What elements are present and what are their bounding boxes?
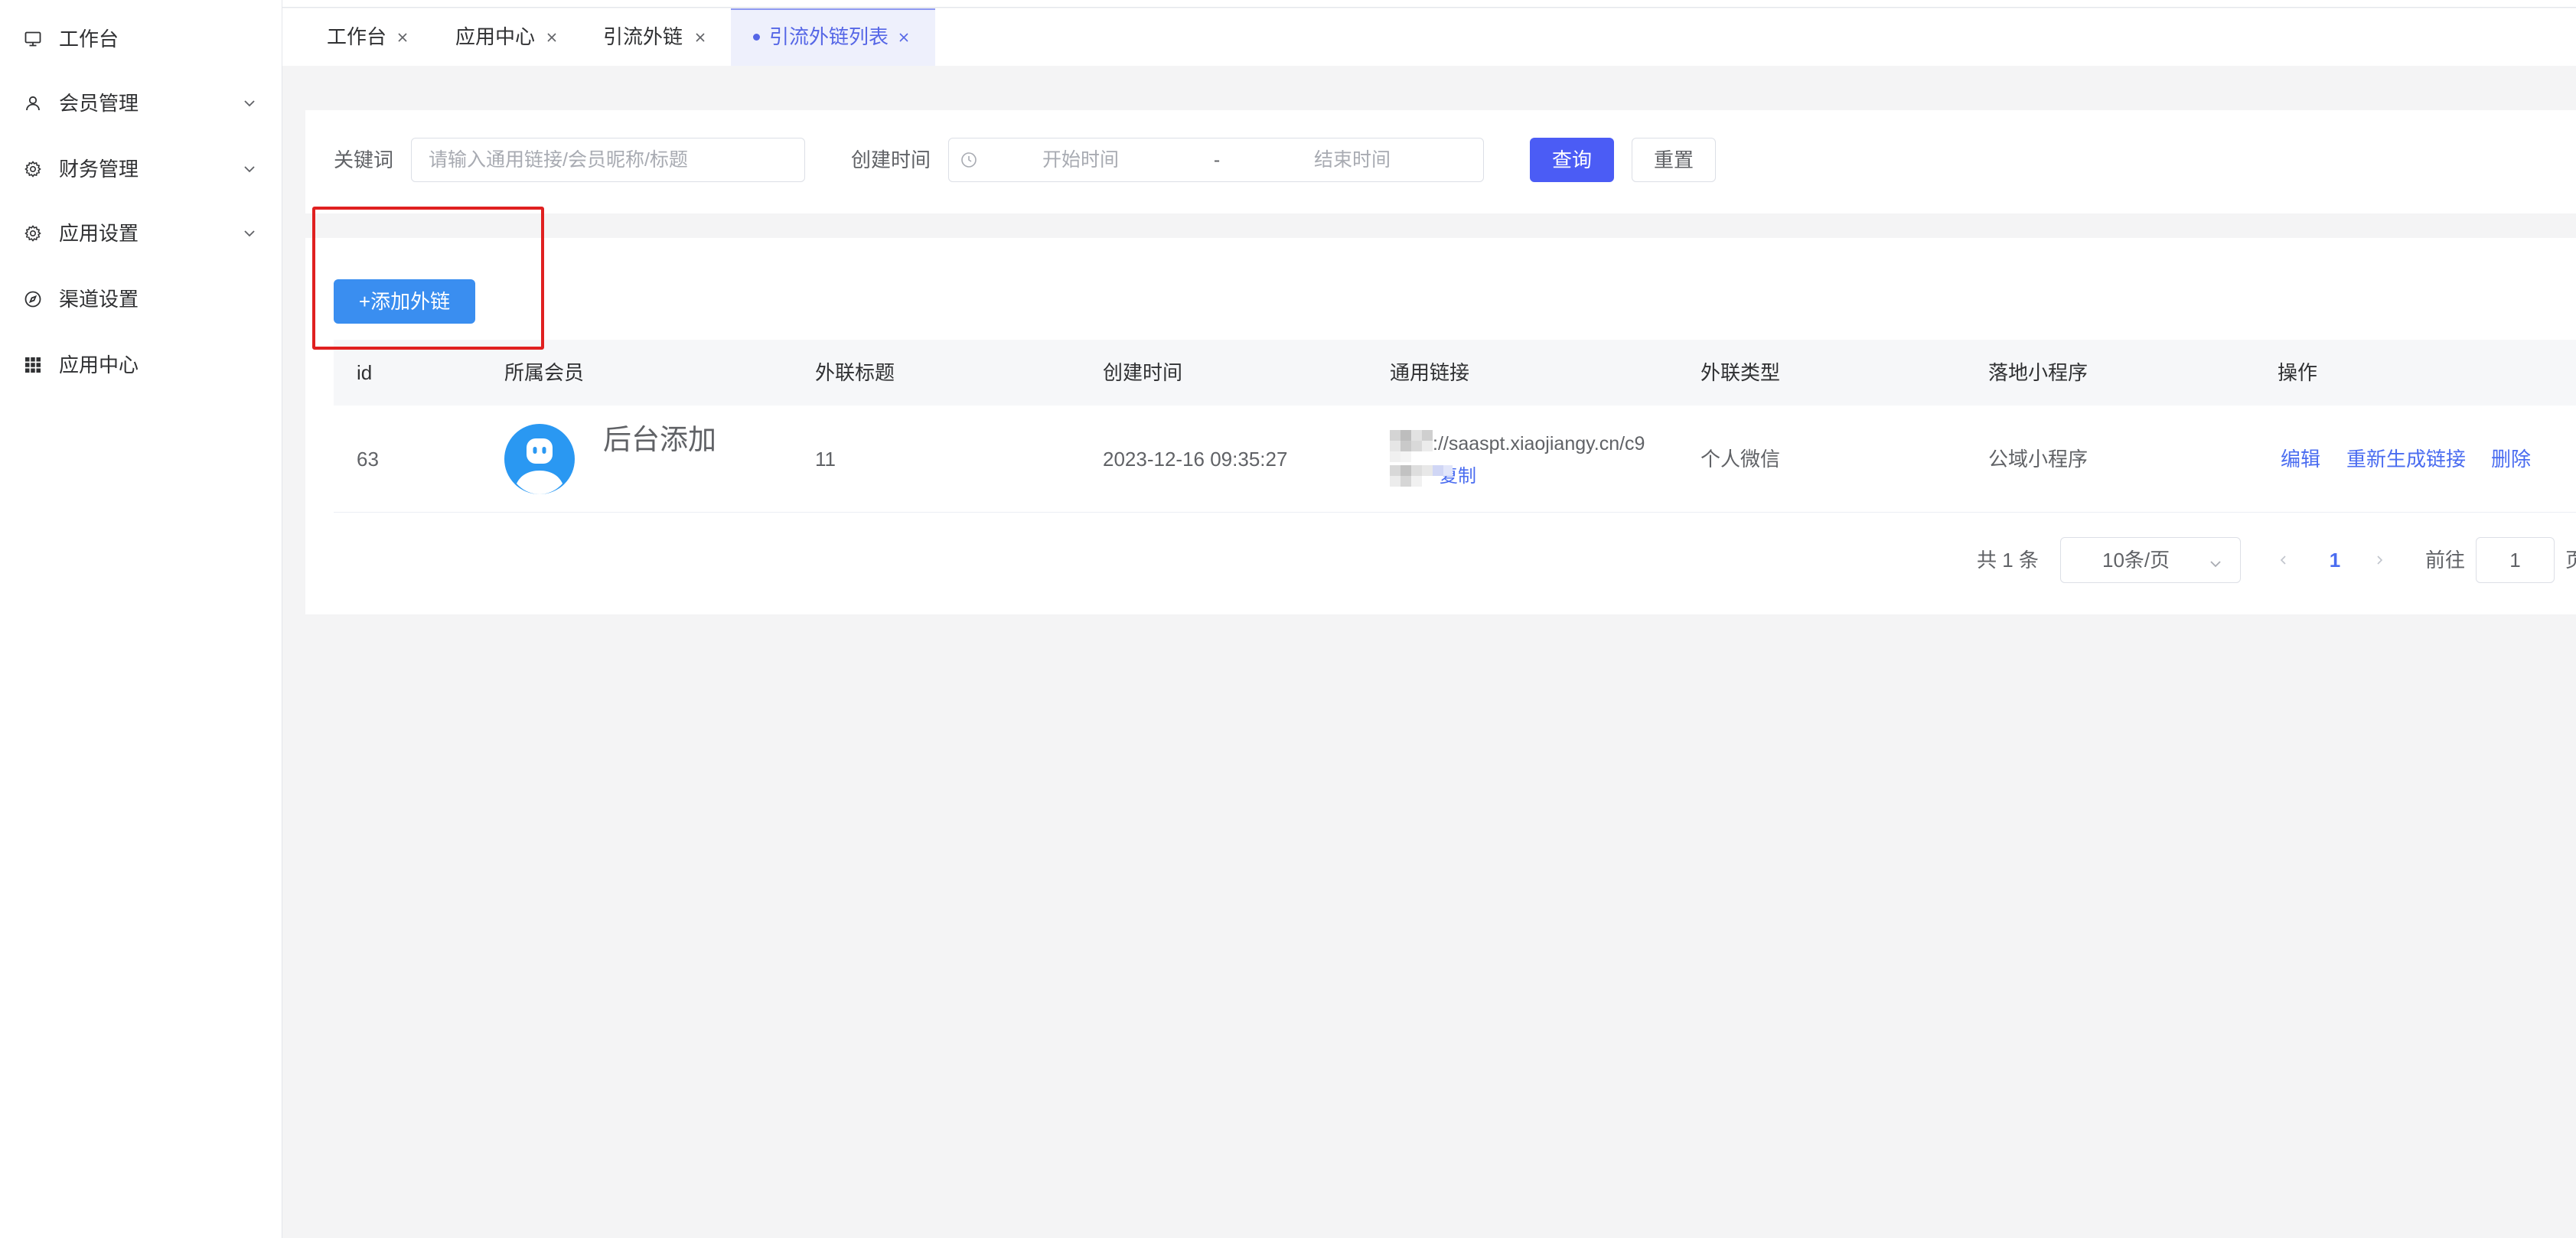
- page-suffix: 页: [2565, 549, 2576, 572]
- tab-bar: 工作台 应用中心 引流外链 引流外链列表: [282, 8, 2576, 66]
- sidebar-item-channels[interactable]: 渠道设置: [0, 275, 282, 324]
- monitor-icon: [24, 30, 42, 48]
- tab-workbench[interactable]: 工作台: [327, 8, 411, 66]
- cell-id: 63: [357, 448, 379, 471]
- tab-traffic-link-list[interactable]: 引流外链列表: [731, 8, 935, 66]
- goto-page-input-wrapper: [2476, 537, 2555, 583]
- active-dot-icon: [753, 34, 760, 41]
- regenerate-link[interactable]: 重新生成链接: [2346, 406, 2466, 513]
- end-date-input[interactable]: [1251, 138, 1453, 181]
- sidebar-item-workbench[interactable]: 工作台: [0, 15, 282, 64]
- page-size-value: 10条/页: [2102, 549, 2170, 572]
- sidebar-item-label: 应用中心: [59, 353, 139, 376]
- compass-icon: [24, 290, 42, 308]
- gear-icon: [24, 224, 42, 243]
- tab-app-center[interactable]: 应用中心: [455, 8, 559, 66]
- sidebar-item-members[interactable]: 会员管理: [0, 79, 282, 128]
- close-icon[interactable]: [546, 31, 558, 44]
- tab-traffic-links[interactable]: 引流外链: [603, 8, 708, 66]
- page-number-current[interactable]: 1: [2326, 537, 2344, 583]
- column-header-created: 创建时间: [1103, 361, 1183, 384]
- edit-link[interactable]: 编辑: [2281, 406, 2320, 513]
- search-button[interactable]: 查询: [1530, 138, 1614, 182]
- sidebar-item-label: 会员管理: [59, 92, 139, 115]
- chevron-down-icon[interactable]: [242, 226, 257, 241]
- cell-type: 个人微信: [1700, 448, 1781, 471]
- close-icon[interactable]: [396, 31, 409, 44]
- cell-miniprogram: 公域小程序: [1988, 448, 2089, 471]
- column-header-link: 通用链接: [1390, 361, 1470, 384]
- column-header-title: 外联标题: [815, 361, 895, 384]
- gear-icon: [24, 160, 42, 178]
- keyword-input-wrapper: [411, 138, 805, 182]
- prev-page-icon[interactable]: [2278, 554, 2290, 566]
- cell-link: ://saaspt.xiaojiangy.cn/c9 复制: [1390, 428, 1665, 497]
- pagination-total: 共 1 条: [1977, 549, 2039, 572]
- chevron-down-icon[interactable]: [242, 161, 257, 177]
- sidebar-item-label: 工作台: [59, 28, 119, 50]
- blur-mosaic: [1390, 430, 1460, 487]
- sidebar-item-label: 渠道设置: [59, 288, 139, 311]
- chevron-down-icon: [2208, 553, 2223, 569]
- range-separator: -: [1213, 149, 1221, 171]
- keyword-input[interactable]: [427, 138, 802, 181]
- grid-icon: [24, 356, 42, 374]
- sidebar-item-app-center[interactable]: 应用中心: [0, 340, 282, 389]
- chevron-down-icon[interactable]: [242, 96, 257, 111]
- close-icon[interactable]: [694, 31, 706, 44]
- column-header-miniprogram: 落地小程序: [1988, 361, 2089, 384]
- search-card: 关键词 创建时间 - 查询 重置: [305, 110, 2576, 213]
- header-strip: [282, 0, 2576, 8]
- goto-label: 前往: [2425, 549, 2466, 572]
- goto-page-input[interactable]: [2477, 538, 2554, 582]
- clock-icon: [960, 151, 978, 169]
- table-row: 63 后台添加 11 2023-12-16 09:35:27 ://saaspt…: [334, 406, 2576, 513]
- next-page-icon[interactable]: [2373, 554, 2385, 566]
- table-header: id 所属会员 外联标题 创建时间 通用链接 外联类型 落地小程序 操作: [334, 340, 2576, 406]
- column-header-type: 外联类型: [1700, 361, 1781, 384]
- cell-created-time: 2023-12-16 09:35:27: [1103, 448, 1288, 471]
- tab-label: 工作台: [327, 25, 387, 48]
- tab-label: 引流外链列表: [769, 25, 889, 48]
- sidebar-item-finance[interactable]: 财务管理: [0, 145, 282, 194]
- link-text: ://saaspt.xiaojiangy.cn/c9: [1433, 433, 1645, 454]
- delete-link[interactable]: 删除: [2491, 406, 2531, 513]
- page-size-select[interactable]: 10条/页: [2060, 537, 2241, 583]
- column-header-id: id: [357, 361, 373, 384]
- column-header-member: 所属会员: [504, 361, 585, 384]
- keyword-label: 关键词: [334, 148, 394, 171]
- sidebar: 工作台 会员管理 财务管理 应用设置 渠道设置 应用中心: [0, 0, 282, 1238]
- sidebar-item-label: 应用设置: [59, 222, 139, 245]
- cell-title: 11: [815, 448, 836, 471]
- column-header-actions: 操作: [2278, 361, 2318, 384]
- reset-button[interactable]: 重置: [1632, 138, 1716, 182]
- avatar: [504, 424, 575, 494]
- add-link-button[interactable]: +添加外链: [334, 279, 475, 324]
- tab-label: 引流外链: [603, 25, 683, 48]
- user-icon: [24, 94, 42, 112]
- start-date-input[interactable]: [980, 138, 1182, 181]
- date-range-picker[interactable]: -: [948, 138, 1484, 182]
- close-icon[interactable]: [898, 31, 910, 44]
- sidebar-item-app-settings[interactable]: 应用设置: [0, 209, 282, 258]
- member-name: 后台添加: [603, 424, 716, 455]
- created-time-label: 创建时间: [851, 148, 931, 171]
- tab-label: 应用中心: [455, 25, 536, 48]
- sidebar-item-label: 财务管理: [59, 158, 139, 181]
- table-card: +添加外链 id 所属会员 外联标题 创建时间 通用链接 外联类型 落地小程序 …: [305, 238, 2576, 614]
